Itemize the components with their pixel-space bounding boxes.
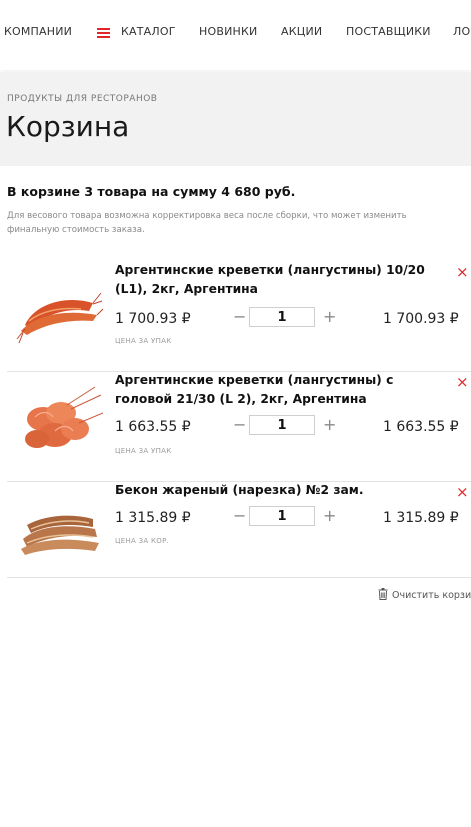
weight-note: Для весового товара возможна корректиров…: [7, 211, 407, 235]
nav-item-promotions[interactable]: АКЦИИ: [281, 25, 322, 38]
page-header: ПРОДУКТЫ ДЛЯ РЕСТОРАНОВ Корзина: [0, 72, 471, 166]
clear-cart-button[interactable]: Очистить корзи: [378, 588, 471, 601]
product-name[interactable]: Аргентинские креветки (лангустины) 10/20…: [115, 261, 445, 299]
cart-item: Бекон жареный (нарезка) №2 зам. × 1 315.…: [7, 481, 471, 578]
cart-item: Аргентинские креветки (лангустины) с гол…: [7, 371, 471, 482]
product-image-bacon: [21, 515, 99, 555]
product-name[interactable]: Аргентинские креветки (лангустины) с гол…: [115, 371, 445, 409]
unit-price: 1 663.55 ₽: [115, 419, 191, 435]
clear-cart-label: Очистить корзи: [392, 590, 471, 601]
price-unit-label: ЦЕНА ЗА КОР.: [115, 537, 170, 545]
quantity-input[interactable]: 1: [249, 506, 315, 526]
menu-icon[interactable]: [97, 28, 110, 38]
cart-summary: В корзине 3 товара на сумму 4 680 руб.: [7, 184, 296, 199]
unit-price: 1 700.93 ₽: [115, 311, 191, 327]
close-icon[interactable]: ×: [456, 483, 469, 501]
nav-item-more[interactable]: ЛО: [453, 25, 470, 38]
price-unit-label: ЦЕНА ЗА УПАК: [115, 447, 172, 455]
price-unit-label: ЦЕНА ЗА УПАК: [115, 337, 172, 345]
nav-item-catalog[interactable]: КАТАЛОГ: [121, 25, 176, 38]
quantity-input[interactable]: 1: [249, 415, 315, 435]
nav-item-suppliers[interactable]: ПОСТАВЩИКИ: [346, 25, 431, 38]
unit-price: 1 315.89 ₽: [115, 510, 191, 526]
increase-quantity-button[interactable]: +: [323, 415, 336, 434]
decrease-quantity-button[interactable]: −: [233, 506, 246, 525]
nav-item-new[interactable]: НОВИНКИ: [199, 25, 257, 38]
product-image-shrimp-head: [25, 386, 103, 448]
item-total: 1 315.89 ₽: [383, 510, 459, 526]
close-icon[interactable]: ×: [456, 373, 469, 391]
item-total: 1 663.55 ₽: [383, 419, 459, 435]
top-navigation: КОМПАНИИ КАТАЛОГ НОВИНКИ АКЦИИ ПОСТАВЩИК…: [0, 0, 471, 70]
decrease-quantity-button[interactable]: −: [233, 415, 246, 434]
quantity-input[interactable]: 1: [249, 307, 315, 327]
close-icon[interactable]: ×: [456, 263, 469, 281]
increase-quantity-button[interactable]: +: [323, 506, 336, 525]
nav-item-companies[interactable]: КОМПАНИИ: [4, 25, 72, 38]
page-title: Корзина: [6, 110, 130, 143]
increase-quantity-button[interactable]: +: [323, 307, 336, 326]
product-name[interactable]: Бекон жареный (нарезка) №2 зам.: [115, 481, 445, 500]
breadcrumb[interactable]: ПРОДУКТЫ ДЛЯ РЕСТОРАНОВ: [7, 94, 158, 104]
trash-icon: [378, 588, 388, 600]
item-total: 1 700.93 ₽: [383, 311, 459, 327]
cart-item: Аргентинские креветки (лангустины) 10/20…: [7, 261, 471, 372]
product-image-shrimp: [16, 292, 103, 344]
decrease-quantity-button[interactable]: −: [233, 307, 246, 326]
